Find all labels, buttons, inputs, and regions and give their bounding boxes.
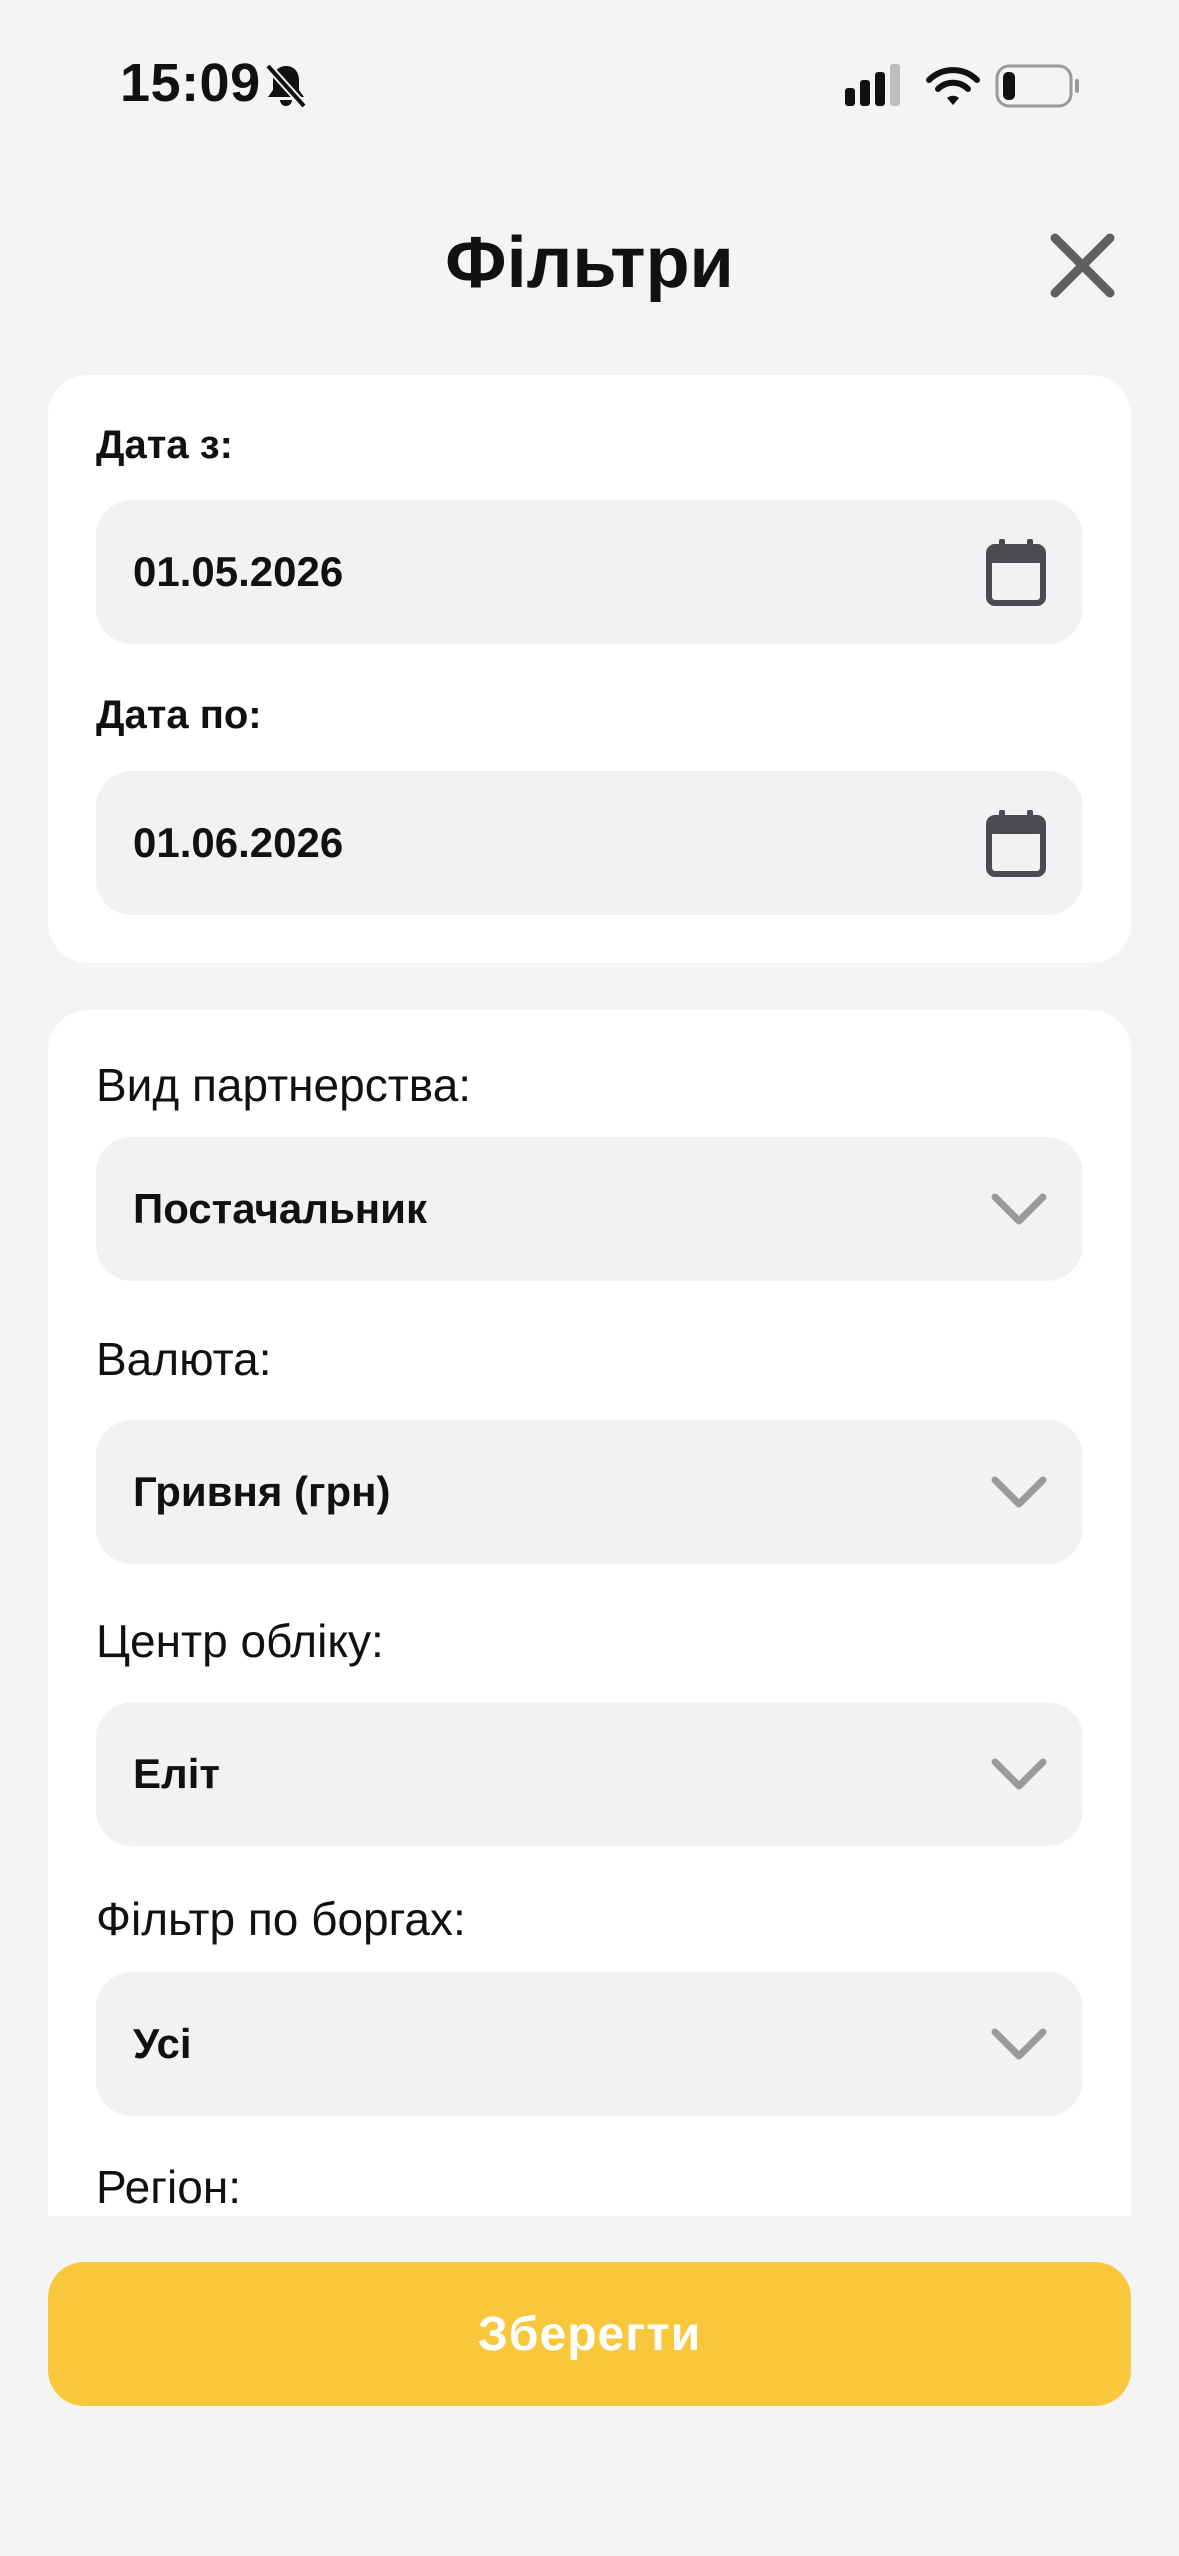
chevron-down-icon (991, 2028, 1047, 2060)
calendar-icon[interactable] (985, 537, 1047, 607)
currency-value: Гривня (грн) (133, 1468, 391, 1515)
signal-icon (845, 64, 900, 106)
region-label: Регіон: (96, 2161, 242, 2213)
date-from-label: Дата з: (96, 423, 233, 467)
center-value: Еліт (133, 1750, 220, 1797)
chevron-down-icon (991, 1476, 1047, 1508)
battery-icon (995, 64, 1079, 108)
close-icon (1050, 233, 1115, 298)
center-label: Центр обліку: (96, 1615, 384, 1667)
calendar-icon[interactable] (985, 808, 1047, 878)
save-button[interactable]: Зберегти (48, 2262, 1131, 2406)
chevron-down-icon (991, 1193, 1047, 1225)
status-bar: 15:09 (0, 0, 1179, 150)
currency-select[interactable]: Гривня (грн) (96, 1420, 1083, 1564)
date-to-label: Дата по: (96, 693, 262, 737)
partnership-select[interactable]: Постачальник (96, 1137, 1083, 1281)
wifi-icon (926, 67, 980, 105)
close-button[interactable] (1045, 228, 1120, 303)
partnership-value: Постачальник (133, 1185, 427, 1232)
date-to-field[interactable]: 01.06.2026 (96, 771, 1083, 915)
center-select[interactable]: Еліт (96, 1702, 1083, 1846)
bell-slash-icon (265, 63, 307, 109)
debt-filter-label: Фільтр по боргах: (96, 1893, 466, 1945)
date-from-field[interactable]: 01.05.2026 (96, 500, 1083, 644)
partnership-label: Вид партнерства: (96, 1059, 472, 1111)
debt-filter-select[interactable]: Усі (96, 1972, 1083, 2116)
date-to-value: 01.06.2026 (133, 819, 344, 866)
status-time: 15:09 (120, 53, 261, 113)
chevron-down-icon (991, 1758, 1047, 1790)
debt-filter-value: Усі (133, 2020, 192, 2067)
date-from-value: 01.05.2026 (133, 548, 344, 595)
save-button-label: Зберегти (477, 2307, 702, 2361)
filters-card: Вид партнерства: Постачальник Валюта: Гр… (48, 1010, 1131, 2216)
currency-label: Валюта: (96, 1333, 272, 1385)
date-range-card: Дата з: 01.05.2026 Дата по: 01.06.2026 (48, 375, 1131, 963)
page-title: Фільтри (445, 223, 734, 303)
